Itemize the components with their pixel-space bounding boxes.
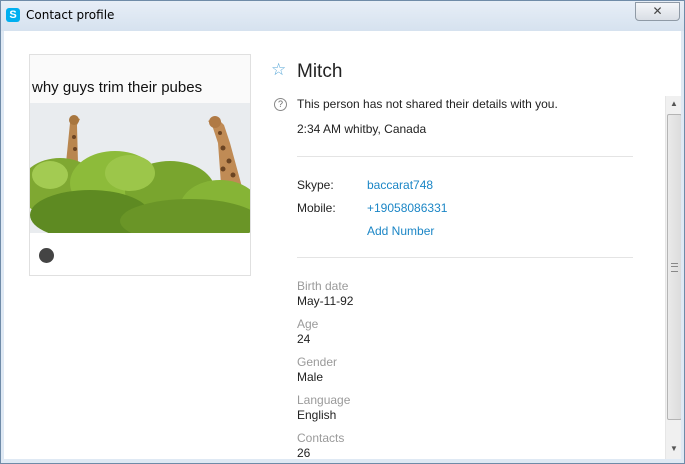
scroll-down-arrow-icon[interactable]: ▼ xyxy=(666,441,681,457)
privacy-notice: This person has not shared their details… xyxy=(297,97,558,111)
avatar-icon[interactable] xyxy=(39,248,54,263)
add-number-link[interactable]: Add Number xyxy=(367,224,434,238)
close-button[interactable]: ✕ xyxy=(635,2,680,21)
age-label: Age xyxy=(297,317,319,331)
language-value: English xyxy=(297,408,337,422)
age-value: 24 xyxy=(297,332,311,346)
scrollbar-thumb[interactable] xyxy=(667,114,681,420)
info-icon: ? xyxy=(274,98,287,111)
contact-name: Mitch xyxy=(297,61,343,82)
profile-content: why guys trim their pubes ☆ Mitch ? This… xyxy=(4,31,681,459)
vertical-scrollbar[interactable]: ▲ ▼ xyxy=(665,96,681,459)
grip-icon xyxy=(671,263,678,272)
favorite-star-icon[interactable]: ☆ xyxy=(271,60,286,80)
skype-icon: S xyxy=(6,8,20,22)
mobile-number-link[interactable]: +19058086331 xyxy=(367,201,447,215)
skype-id-link[interactable]: baccarat748 xyxy=(367,178,433,192)
language-label: Language xyxy=(297,393,351,407)
contacts-label: Contacts xyxy=(297,431,345,445)
profile-photo-card: why guys trim their pubes xyxy=(29,54,251,276)
scroll-up-arrow-icon[interactable]: ▲ xyxy=(666,96,681,112)
photo-caption: why guys trim their pubes xyxy=(30,55,250,103)
birth-date-value: May-11-92 xyxy=(297,294,354,308)
contact-profile-window: S Contact profile ✕ why guys trim their … xyxy=(0,0,685,464)
birth-date-label: Birth date xyxy=(297,279,349,293)
divider xyxy=(297,156,633,157)
title-bar[interactable]: S Contact profile ✕ xyxy=(1,1,684,31)
mobile-label: Mobile: xyxy=(297,201,336,215)
local-time: 2:34 AM whitby, Canada xyxy=(297,122,427,136)
contacts-value: 26 xyxy=(297,446,311,459)
window-title: Contact profile xyxy=(26,8,115,22)
gender-value: Male xyxy=(297,370,324,384)
gender-label: Gender xyxy=(297,355,338,369)
divider xyxy=(297,257,633,258)
skype-label: Skype: xyxy=(297,178,334,192)
profile-photo xyxy=(30,103,250,233)
close-icon: ✕ xyxy=(652,4,663,18)
